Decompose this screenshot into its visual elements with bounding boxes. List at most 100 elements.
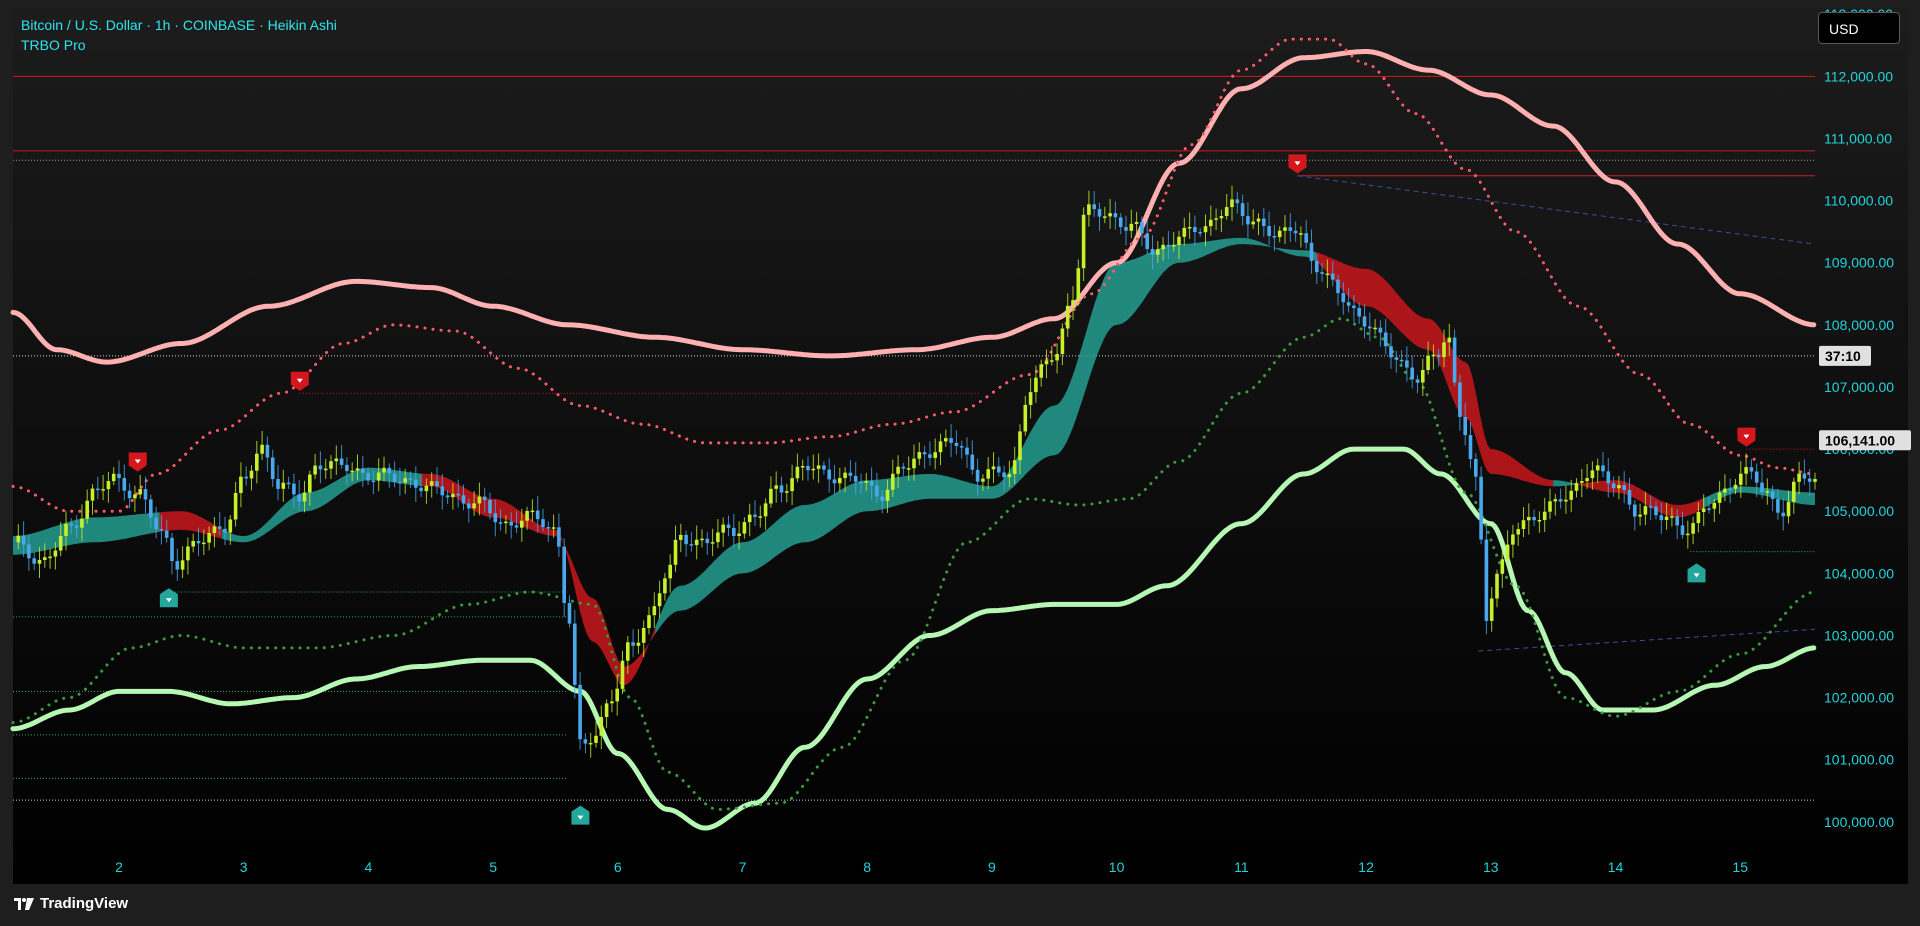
bull-candle <box>838 478 842 484</box>
bull-candle <box>1161 244 1165 250</box>
y-tick-label: 102,000.00 <box>1824 690 1894 706</box>
bull-candle <box>228 519 233 533</box>
bull-candle <box>186 546 190 561</box>
bear-candle <box>1436 354 1441 357</box>
bull-candle <box>403 478 407 483</box>
bear-candle <box>1124 227 1128 231</box>
bull-candle <box>747 514 752 523</box>
bear-candle <box>408 478 413 480</box>
bear-candle <box>1680 525 1685 535</box>
bear-candle <box>1807 478 1812 482</box>
bull-candle <box>763 503 768 517</box>
bull-candle <box>933 452 937 458</box>
bull-candle <box>742 522 747 534</box>
bear-candle <box>954 442 959 446</box>
bear-candle <box>318 465 323 470</box>
bull-candle <box>1060 328 1065 354</box>
bull-candle <box>1034 377 1038 393</box>
bear-candle <box>122 478 127 491</box>
bull-candle <box>43 557 47 560</box>
bull-candle <box>626 642 630 661</box>
bear-candle <box>1770 491 1775 499</box>
bear-candle <box>689 544 694 546</box>
symbol-title: Bitcoin / U.S. Dollar · 1h · COINBASE · … <box>21 17 337 33</box>
price-chart[interactable]: 100,000.00 101,000.00 102,000.00 103,000.00… <box>0 0 1920 926</box>
bear-candle <box>170 537 174 562</box>
bull-candle <box>1103 216 1107 218</box>
bear-candle <box>546 527 551 529</box>
bear-candle <box>959 446 964 448</box>
bear-candle <box>1781 512 1785 517</box>
bear-candle <box>445 495 450 498</box>
bull-candle <box>1527 517 1531 521</box>
bull-candle <box>663 578 667 594</box>
bear-candle <box>440 486 445 496</box>
bull-candle <box>53 550 58 557</box>
bear-candle <box>1675 516 1679 526</box>
bear-candle <box>265 444 270 458</box>
bull-candle <box>981 478 985 482</box>
tradingview-logo-icon <box>14 897 34 910</box>
bear-candle <box>286 482 291 485</box>
currency-button[interactable]: USD <box>1818 12 1900 44</box>
bear-candle <box>631 642 635 646</box>
bear-candle <box>1293 230 1298 234</box>
bull-candle <box>133 494 137 499</box>
bear-candle <box>970 454 975 470</box>
bear-candle <box>684 534 688 545</box>
bear-candle <box>1113 213 1118 218</box>
bull-candle <box>85 500 89 519</box>
bear-candle <box>1532 517 1536 521</box>
bull-candle <box>1511 534 1515 545</box>
bull-candle <box>424 485 429 492</box>
x-tick-label: 5 <box>489 859 497 875</box>
bull-candle <box>1018 431 1022 461</box>
bull-candle <box>1442 342 1446 358</box>
bull-candle <box>700 538 704 541</box>
bull-candle <box>1585 478 1589 482</box>
bull-candle <box>991 466 996 470</box>
bear-candle <box>1452 337 1457 383</box>
bull-candle <box>504 521 508 524</box>
bear-candle <box>928 454 932 458</box>
bear-candle <box>1627 490 1632 505</box>
bull-candle <box>1489 598 1494 621</box>
bull-candle <box>1203 226 1208 233</box>
bull-candle <box>1421 370 1425 383</box>
bull-candle <box>80 518 84 528</box>
bear-candle <box>345 464 349 472</box>
bull-candle <box>1792 481 1796 502</box>
bull-candle <box>1744 467 1748 474</box>
bear-candle <box>1150 249 1155 255</box>
bull-candle <box>906 468 911 470</box>
bull-candle <box>1055 354 1059 361</box>
bear-candle <box>880 496 884 501</box>
bear-candle <box>154 517 158 530</box>
x-tick-label: 11 <box>1234 859 1249 875</box>
bull-candle <box>785 491 789 493</box>
bear-candle <box>1341 293 1346 303</box>
bear-candle <box>875 485 879 497</box>
bull-candle <box>1219 216 1224 219</box>
bull-candle <box>1590 470 1595 479</box>
bull-candle <box>641 628 646 643</box>
bear-candle <box>244 476 248 479</box>
bull-candle <box>620 660 625 689</box>
bull-candle <box>48 556 52 559</box>
bear-candle <box>482 496 487 500</box>
bull-candle <box>1431 354 1436 357</box>
bear-candle <box>498 522 503 524</box>
bear-candle <box>1166 244 1171 247</box>
bear-candle <box>726 524 731 528</box>
bear-candle <box>117 473 121 478</box>
y-tick-label: 104,000.00 <box>1824 565 1894 581</box>
bull-candle <box>679 534 683 540</box>
bear-candle <box>822 465 826 470</box>
bull-candle <box>551 527 556 529</box>
bull-candle <box>1542 511 1547 520</box>
bull-candle <box>111 473 116 482</box>
indicator-name: TRBO Pro <box>21 37 86 53</box>
bear-candle <box>848 472 853 476</box>
bear-candle <box>414 479 418 488</box>
bull-candle <box>986 469 990 479</box>
